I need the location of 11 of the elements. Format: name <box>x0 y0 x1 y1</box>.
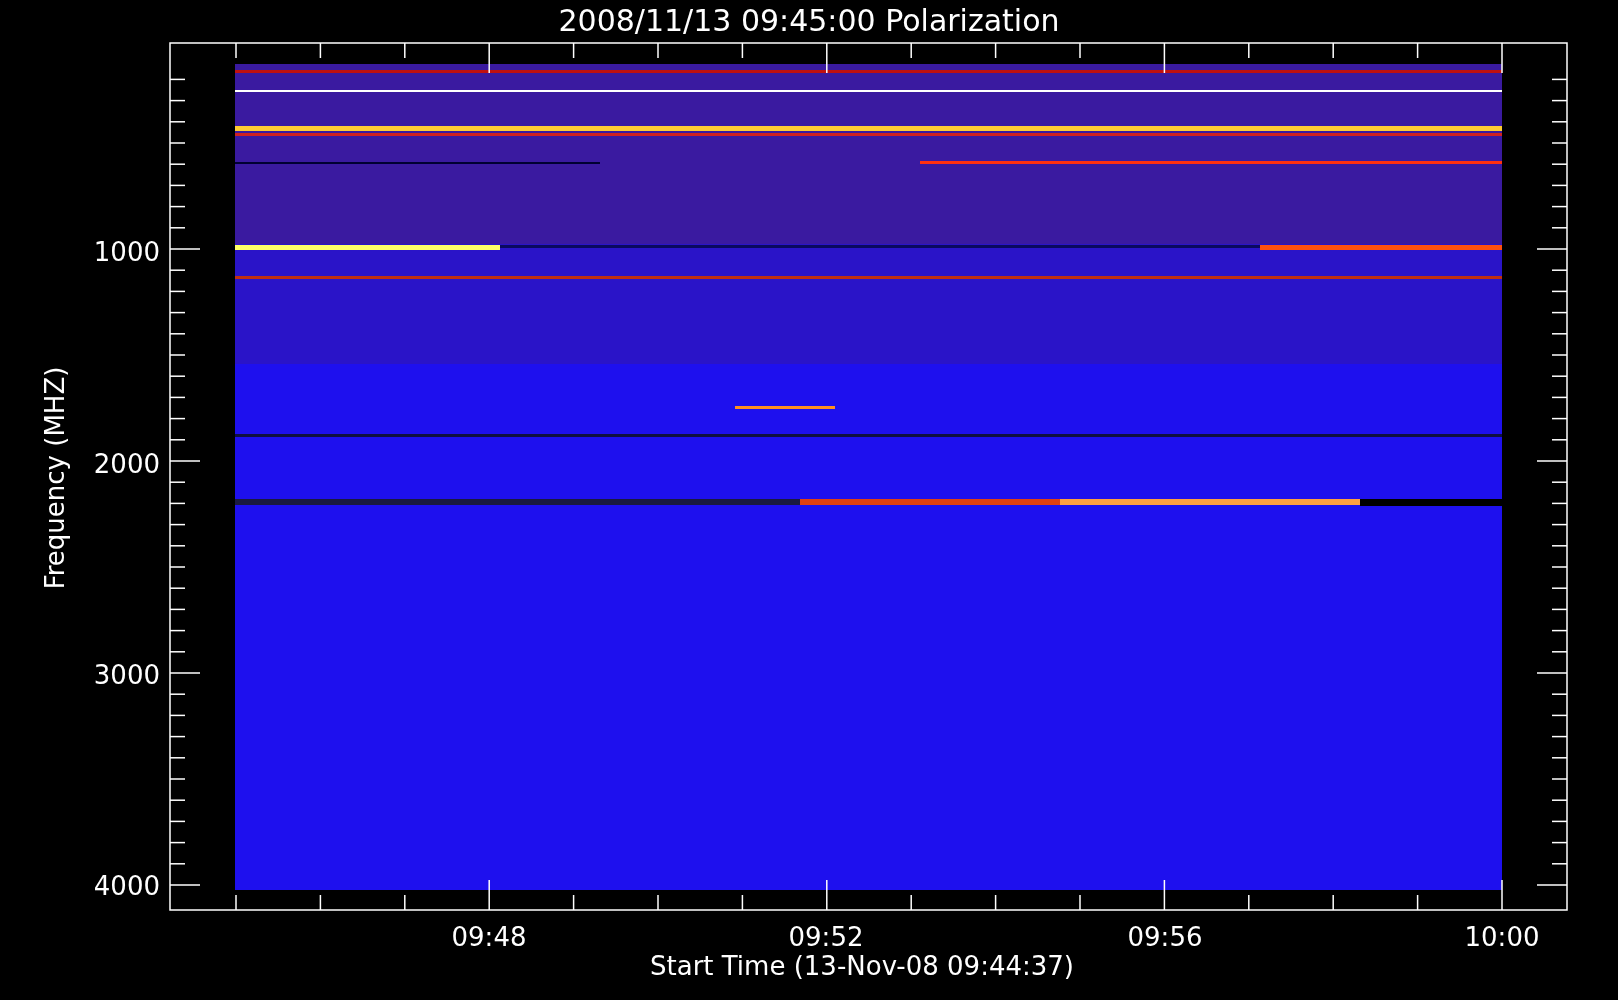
y-tick-label: 3000 <box>93 660 160 690</box>
x-axis-label: Start Time (13-Nov-08 09:44:37) <box>650 951 1074 981</box>
y-tick-label: 2000 <box>93 449 160 479</box>
x-tick-label: 09:56 <box>1127 922 1203 952</box>
y-tick-label: 4000 <box>93 871 160 901</box>
chart-title: 2008/11/13 09:45:00 Polarization <box>558 3 1060 38</box>
x-tick-label: 10:00 <box>1464 922 1540 952</box>
y-axis-label: Frequency (MHZ) <box>40 366 70 590</box>
y-tick-label: 1000 <box>93 237 160 267</box>
x-tick-label: 09:52 <box>788 922 864 952</box>
x-tick-label: 09:48 <box>451 922 527 952</box>
